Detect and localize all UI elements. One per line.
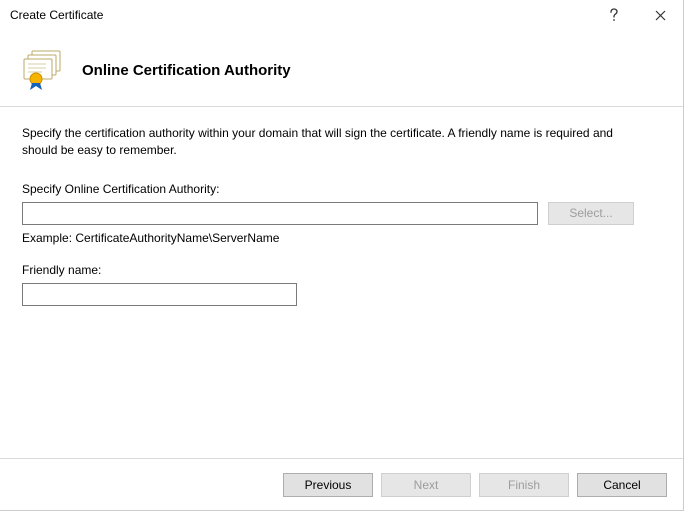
titlebar: Create Certificate <box>0 0 683 30</box>
friendly-name-label: Friendly name: <box>22 263 661 277</box>
finish-button[interactable]: Finish <box>479 473 569 497</box>
help-button[interactable] <box>591 0 637 30</box>
wizard-heading: Online Certification Authority <box>82 62 291 79</box>
intro-text: Specify the certification authority with… <box>22 125 642 160</box>
certificate-icon <box>20 46 68 94</box>
previous-button[interactable]: Previous <box>283 473 373 497</box>
friendly-name-input[interactable] <box>22 283 297 306</box>
close-icon <box>655 10 666 21</box>
close-button[interactable] <box>637 0 683 30</box>
dialog-window: Create Certificate <box>0 0 684 511</box>
next-button[interactable]: Next <box>381 473 471 497</box>
window-title: Create Certificate <box>10 8 591 22</box>
wizard-body: Specify the certification authority with… <box>0 107 683 458</box>
select-button[interactable]: Select... <box>548 202 634 225</box>
cancel-button[interactable]: Cancel <box>577 473 667 497</box>
help-icon <box>609 8 619 22</box>
ca-label: Specify Online Certification Authority: <box>22 182 661 196</box>
wizard-header: Online Certification Authority <box>0 30 683 107</box>
ca-input[interactable] <box>22 202 538 225</box>
wizard-footer: Previous Next Finish Cancel <box>0 458 683 510</box>
ca-example: Example: CertificateAuthorityName\Server… <box>22 231 661 245</box>
